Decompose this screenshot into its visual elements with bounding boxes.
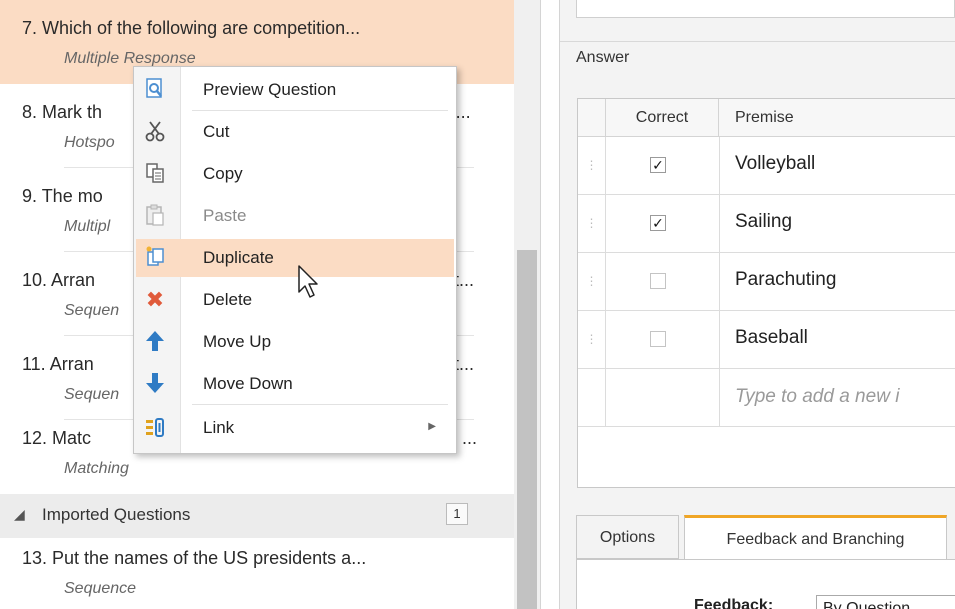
menu-item-label: Duplicate — [203, 248, 274, 267]
menu-item-cut[interactable]: Cut — [136, 113, 454, 151]
row-grip-cell — [578, 369, 606, 426]
tab-options[interactable]: Options — [576, 515, 679, 559]
question-type: Matching — [64, 460, 129, 477]
answer-row[interactable]: ⋮ ✓ Volleyball — [578, 137, 955, 195]
group-label: Imported Questions — [42, 505, 191, 524]
group-count-badge: 1 — [446, 503, 468, 525]
menu-item-label: Delete — [203, 290, 253, 309]
new-answer-row[interactable]: Type to add a new i — [578, 369, 955, 427]
preview-icon — [142, 77, 168, 103]
question-title: 10. Arran — [22, 270, 96, 290]
menu-item-duplicate[interactable]: Duplicate — [136, 239, 454, 277]
question-title-tail: t... — [454, 354, 475, 374]
copy-icon — [142, 161, 168, 187]
tab-feedback-and-branching[interactable]: Feedback and Branching — [684, 515, 947, 559]
question-type: Sequen — [64, 386, 120, 403]
menu-item-label: Copy — [203, 164, 243, 183]
answer-section-label: Answer — [576, 49, 630, 66]
drag-handle-icon[interactable]: ⋮ — [578, 195, 606, 252]
column-header-correct[interactable]: Correct — [606, 99, 719, 137]
question-title: 13. Put the names of the US presidents a… — [22, 548, 367, 568]
menu-item-label: Move Down — [203, 374, 293, 393]
paste-icon — [142, 203, 168, 229]
question-type: Sequen — [64, 302, 120, 319]
drag-handle-icon[interactable]: ⋮ — [578, 311, 606, 368]
premise-text[interactable]: Sailing — [735, 211, 792, 233]
answer-row[interactable]: ⋮ ✓ Sailing — [578, 195, 955, 253]
correct-checkbox[interactable] — [650, 331, 666, 347]
question-title: 12. Matc — [22, 428, 92, 448]
panel-splitter[interactable] — [540, 0, 560, 609]
context-menu: Preview Question Cut Copy Paste Duplicat… — [133, 66, 457, 454]
answer-row[interactable]: ⋮ Baseball — [578, 311, 955, 369]
correct-checkbox[interactable]: ✓ — [650, 157, 666, 173]
column-divider — [719, 137, 720, 427]
menu-separator — [192, 404, 448, 405]
arrow-up-icon — [142, 329, 168, 355]
question-item-13[interactable]: 13. Put the names of the US presidents a… — [0, 530, 514, 609]
scissors-icon — [142, 119, 168, 145]
arrow-down-icon — [142, 371, 168, 397]
menu-item-link[interactable]: Link ▶ — [136, 409, 454, 447]
mouse-pointer-icon — [298, 265, 318, 298]
menu-item-move-down[interactable]: Move Down — [136, 365, 454, 403]
drag-handle-icon[interactable]: ⋮ — [578, 137, 606, 194]
divider — [560, 41, 955, 42]
menu-item-preview-question[interactable]: Preview Question — [136, 71, 454, 109]
drag-handle-icon[interactable]: ⋮ — [578, 253, 606, 310]
menu-item-label: Cut — [203, 122, 230, 141]
menu-separator — [192, 110, 448, 111]
menu-item-label: Move Up — [203, 332, 272, 351]
question-title: 11. Arran — [22, 354, 94, 374]
scrollbar-thumb[interactable] — [517, 250, 537, 609]
premise-text[interactable]: Baseball — [735, 327, 808, 349]
answer-row[interactable]: ⋮ Parachuting — [578, 253, 955, 311]
column-header-premise[interactable]: Premise — [719, 99, 955, 137]
collapse-triangle-icon[interactable]: ◢ — [14, 506, 25, 523]
menu-item-move-up[interactable]: Move Up — [136, 323, 454, 361]
question-title-tail: t... — [454, 270, 475, 290]
answer-grid: Correct Premise ⋮ ✓ Volleyball ⋮ ✓ Saili… — [577, 98, 955, 488]
premise-text[interactable]: Volleyball — [735, 153, 815, 175]
menu-item-paste: Paste — [136, 197, 454, 235]
question-title-tail: ... — [462, 428, 478, 448]
feedback-label: Feedback: — [694, 597, 774, 609]
question-title: 9. The mo — [22, 186, 103, 206]
question-title: 7. Which of the following are competitio… — [22, 18, 361, 38]
question-type: Multipl — [64, 218, 111, 235]
question-type: Sequence — [64, 580, 137, 597]
answer-panel: Answer Correct Premise ⋮ ✓ Volleyball ⋮ … — [560, 0, 955, 609]
menu-item-delete[interactable]: ✖ Delete — [136, 281, 454, 319]
menu-item-label: Preview Question — [203, 80, 337, 99]
duplicate-icon — [142, 245, 168, 271]
menu-item-label: Link — [203, 418, 235, 437]
question-title: 8. Mark th — [22, 102, 103, 122]
question-text-box[interactable] — [576, 0, 955, 18]
new-row-placeholder[interactable]: Type to add a new i — [735, 386, 899, 408]
link-icon — [142, 415, 168, 441]
premise-text[interactable]: Parachuting — [735, 269, 836, 291]
delete-icon: ✖ — [145, 287, 165, 312]
feedback-select[interactable]: By Question — [816, 595, 955, 609]
menu-item-label: Paste — [203, 206, 247, 225]
submenu-arrow-icon: ▶ — [428, 421, 436, 432]
grid-header-grip — [578, 99, 606, 137]
correct-checkbox[interactable]: ✓ — [650, 215, 666, 231]
bottom-tabs: Options Feedback and Branching Feedback:… — [560, 515, 955, 609]
question-type: Hotspo — [64, 134, 115, 151]
correct-checkbox[interactable] — [650, 273, 666, 289]
menu-item-copy[interactable]: Copy — [136, 155, 454, 193]
